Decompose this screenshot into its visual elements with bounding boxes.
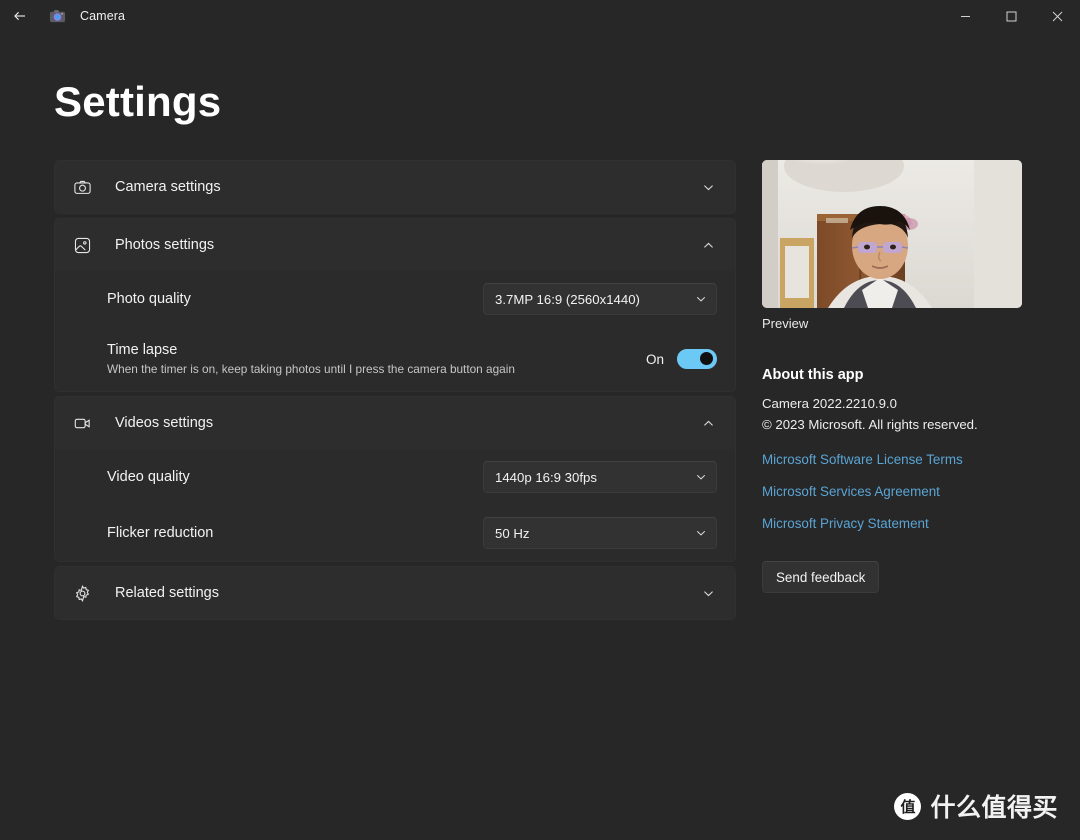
section-header-videos-settings[interactable]: Videos settings [55,397,735,449]
toggle-state-label: On [645,351,664,367]
time-lapse-toggle-group: On [646,349,717,369]
setting-texts: Flicker reduction [107,523,213,543]
chevron-down-icon [695,293,707,305]
window-controls [942,0,1080,32]
about-panel: Preview About this app Camera 2022.2210.… [762,160,1044,624]
video-quality-dropdown[interactable]: 1440p 16:9 30fps [483,461,717,493]
minimize-button[interactable] [942,0,988,32]
section-body-videos-settings: Video quality 1440p 16:9 30fps Flicker r… [55,449,735,561]
section-label: Photos settings [115,237,215,253]
section-label: Camera settings [115,179,221,195]
time-lapse-toggle[interactable] [677,349,717,369]
setting-label: Flicker reduction [107,525,214,541]
about-heading: About this app [762,367,864,383]
toggle-knob [700,352,713,365]
chevron-down-icon [695,527,707,539]
watermark-logo: 值 [894,792,922,820]
chevron-down-icon [695,471,707,483]
app-title: Camera [80,9,126,23]
section-body-photos-settings: Photo quality 3.7MP 16:9 (2560x1440) Tim… [55,271,735,391]
setting-description: When the timer is on, keep taking photos… [107,362,515,376]
chevron-down-icon[interactable] [699,584,717,602]
setting-row-video-quality: Video quality 1440p 16:9 30fps [55,449,735,505]
photo-quality-value: 3.7MP 16:9 (2560x1440) [495,291,640,307]
video-camera-icon [71,412,93,434]
preview-caption: Preview [762,316,809,331]
arrow-left-icon [12,8,28,24]
setting-label: Time lapse [107,342,178,358]
section-photos-settings: Photos settings Photo quality 3.7MP 16:9… [54,218,736,392]
about-app-version: Camera 2022.2210.9.0 [762,396,897,411]
row-control: 3.7MP 16:9 (2560x1440) [483,283,717,315]
watermark: 值 什么值得买 [894,788,1058,824]
watermark-text: 什么值得买 [930,793,1058,822]
setting-row-flicker-reduction: Flicker reduction 50 Hz [55,505,735,561]
section-label: Videos settings [115,415,214,431]
settings-list: Camera settings Photos settings Photo qu… [54,160,736,624]
maximize-button[interactable] [988,0,1034,32]
settings-content: Camera settings Photos settings Photo qu… [54,160,1044,624]
setting-label: Photo quality [107,291,191,307]
camera-icon [71,176,93,198]
section-related-settings: Related settings [54,566,736,620]
setting-texts: Time lapse When the timer is on, keep ta… [107,340,515,378]
row-control: 50 Hz [483,517,717,549]
row-control: 1440p 16:9 30fps [483,461,717,493]
send-feedback-button[interactable]: Send feedback [762,561,880,593]
section-label: Related settings [115,585,219,601]
link-privacy-statement[interactable]: Microsoft Privacy Statement [762,516,1044,531]
close-button[interactable] [1034,0,1080,32]
flicker-reduction-dropdown[interactable]: 50 Hz [483,517,717,549]
section-header-related-settings[interactable]: Related settings [55,567,735,619]
photo-icon [71,234,93,256]
setting-texts: Video quality [107,467,190,487]
page-title: Settings [54,78,222,125]
camera-preview-image [762,160,1022,308]
back-button[interactable] [0,0,40,32]
chevron-up-icon[interactable] [699,236,717,254]
link-services-agreement[interactable]: Microsoft Services Agreement [762,484,1044,499]
chevron-down-icon[interactable] [699,178,717,196]
settings-page: Settings Camera settings Photos settings… [0,32,1080,840]
section-camera-settings: Camera settings [54,160,736,214]
setting-texts: Photo quality [107,289,191,309]
section-videos-settings: Videos settings Video quality 1440p 16:9… [54,396,736,562]
camera-preview [762,160,1022,308]
photo-quality-dropdown[interactable]: 3.7MP 16:9 (2560x1440) [483,283,717,315]
about-copyright: © 2023 Microsoft. All rights reserved. [762,417,978,432]
gear-icon [71,582,93,604]
chevron-up-icon[interactable] [699,414,717,432]
link-software-license-terms[interactable]: Microsoft Software License Terms [762,452,1044,467]
section-header-photos-settings[interactable]: Photos settings [55,219,735,271]
setting-row-time-lapse: Time lapse When the timer is on, keep ta… [55,327,735,391]
title-bar: Camera [0,0,1080,32]
row-control: On [646,349,717,369]
setting-label: Video quality [107,469,190,485]
flicker-reduction-value: 50 Hz [495,525,530,541]
section-header-camera-settings[interactable]: Camera settings [55,161,735,213]
video-quality-value: 1440p 16:9 30fps [495,469,597,485]
setting-row-photo-quality: Photo quality 3.7MP 16:9 (2560x1440) [55,271,735,327]
camera-app-icon [48,7,66,25]
